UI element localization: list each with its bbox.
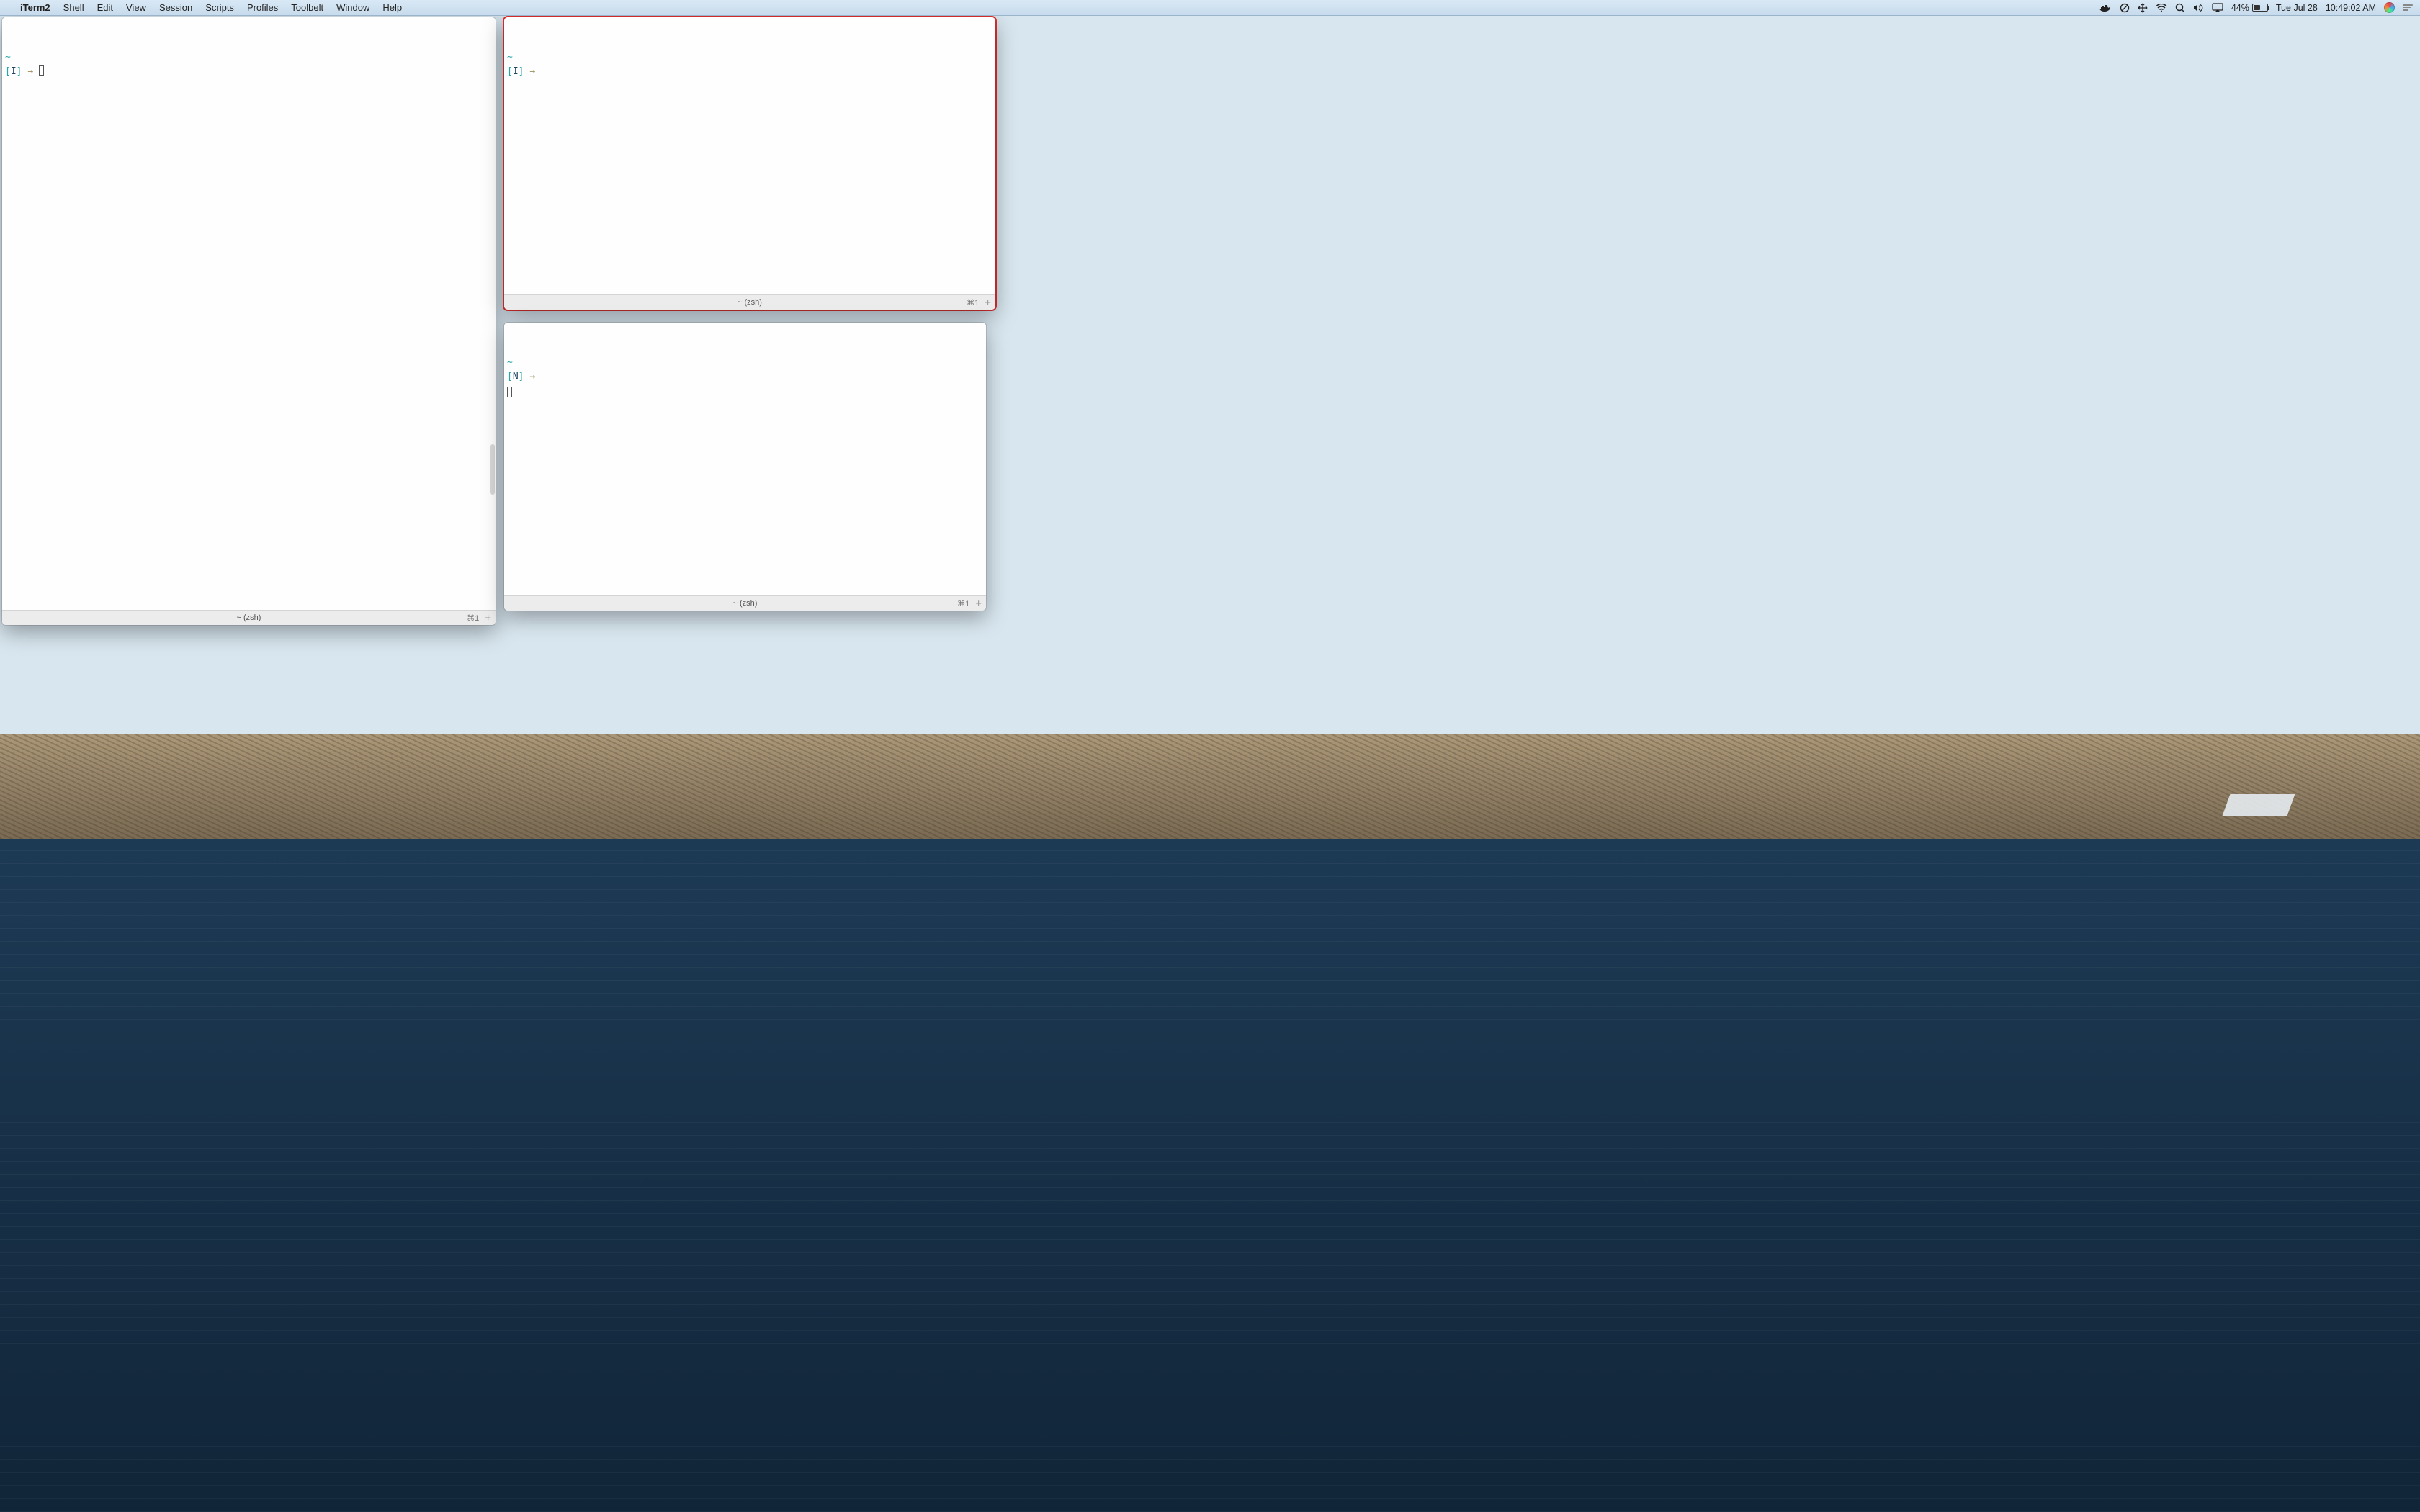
prompt-open-bracket: [ [507,66,513,77]
terminal-window-left[interactable]: ~ [I] → ~ (zsh) ⌘1 + [2,17,496,625]
menu-view[interactable]: View [120,2,153,13]
menu-profiles[interactable]: Profiles [241,2,284,13]
move-icon[interactable] [2138,3,2148,13]
tab-strip-left: ~ (zsh) ⌘1 + [2,610,496,625]
prompt-close-bracket: ] [519,66,524,77]
tab-shortcut-badge: ⌘1 [467,613,479,623]
menu-toolbelt[interactable]: Toolbelt [284,2,330,13]
volume-icon[interactable] [2193,4,2204,12]
wifi-icon[interactable] [2156,4,2167,12]
prompt-close-bracket: ] [17,66,22,77]
macos-menubar: iTerm2 Shell Edit View Session Scripts P… [0,0,2420,16]
wallpaper-wave [2223,794,2295,816]
terminal-pane-left[interactable]: ~ [I] → [2,17,496,610]
text-cursor [507,387,512,397]
docker-whale-icon[interactable] [2099,3,2112,12]
add-tab-button[interactable]: + [485,613,491,624]
prompt-open-bracket: [ [5,66,11,77]
tab-title[interactable]: ~ (zsh) [738,298,762,307]
tab-title[interactable]: ~ (zsh) [237,613,261,622]
do-not-disturb-icon[interactable] [2120,3,2130,13]
scrollbar-thumb[interactable] [490,444,495,495]
terminal-window-top-right[interactable]: ~ [I] → ~ (zsh) ⌘1 + [504,17,995,310]
term-blank-line [5,37,11,48]
menu-shell[interactable]: Shell [57,2,91,13]
tab-strip-top-right: ~ (zsh) ⌘1 + [504,294,995,310]
prompt-open-bracket: [ [507,372,513,382]
tab-title[interactable]: ~ (zsh) [733,599,758,608]
menubar-right: 44% Tue Jul 28 10:49:02 AM [2099,2,2420,13]
prompt-mode: I [11,66,17,77]
add-tab-button[interactable]: + [975,598,982,609]
tab-strip-bottom-right: ~ (zsh) ⌘1 + [504,595,986,611]
prompt-close-bracket: ] [519,372,524,382]
menubar-time[interactable]: 10:49:02 AM [2326,3,2376,13]
cwd-tilde: ~ [507,52,513,63]
airplay-icon[interactable] [2212,3,2223,12]
menu-help[interactable]: Help [376,2,408,13]
prompt-mode: N [513,372,519,382]
cwd-tilde: ~ [507,357,513,368]
term-blank-line [507,343,513,354]
prompt-arrow-icon: → [529,66,535,77]
siri-icon[interactable] [2384,2,2395,13]
term-blank-line [507,37,513,48]
battery-percent-label: 44% [2231,3,2249,13]
terminal-pane-bottom-right[interactable]: ~ [N] → [504,323,986,595]
prompt-arrow-icon: → [27,66,33,77]
menu-edit[interactable]: Edit [91,2,120,13]
menubar-date[interactable]: Tue Jul 28 [2276,3,2318,13]
menu-app-name[interactable]: iTerm2 [14,2,57,13]
add-tab-button[interactable]: + [985,297,991,308]
tab-shortcut-badge: ⌘1 [957,599,969,608]
tab-shortcut-badge: ⌘1 [967,298,979,307]
notification-center-icon[interactable] [2403,4,2413,11]
menu-scripts[interactable]: Scripts [199,2,241,13]
spotlight-search-icon[interactable] [2175,3,2185,13]
menu-session[interactable]: Session [153,2,199,13]
cwd-tilde: ~ [5,52,11,63]
terminal-pane-top-right[interactable]: ~ [I] → [504,17,995,294]
battery-status[interactable]: 44% [2231,3,2268,13]
prompt-arrow-icon: → [529,372,535,382]
prompt-mode: I [513,66,519,77]
menu-window[interactable]: Window [330,2,376,13]
battery-icon [2252,4,2268,12]
menubar-left: iTerm2 Shell Edit View Session Scripts P… [0,2,408,13]
terminal-window-bottom-right[interactable]: ~ [N] → ~ (zsh) ⌘1 + [504,323,986,611]
text-cursor [39,65,44,76]
